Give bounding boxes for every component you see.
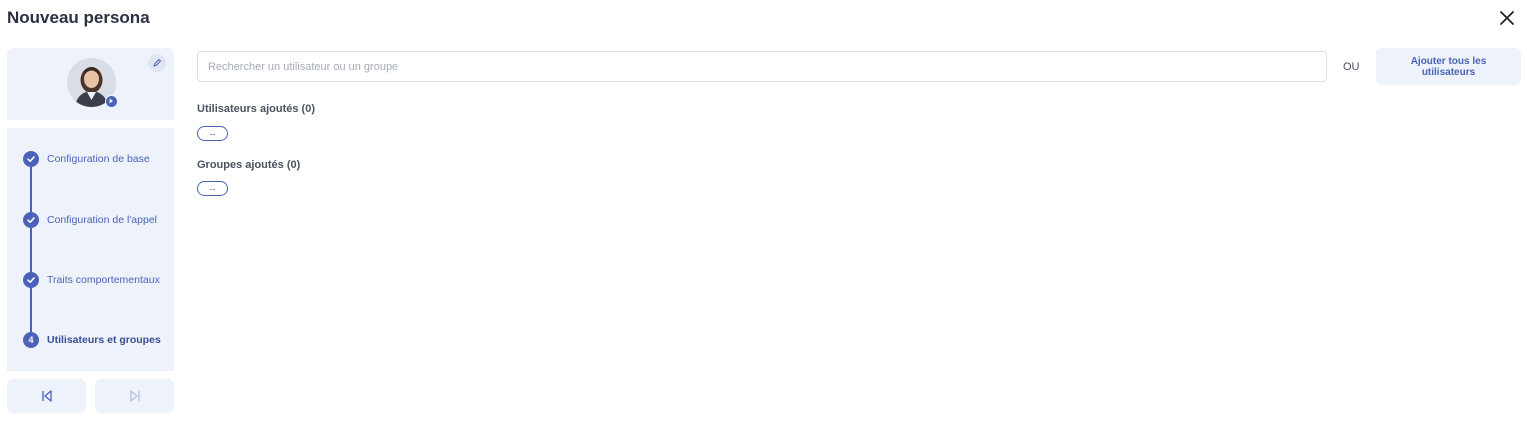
skip-back-icon [41,390,52,402]
persona-avatar-card [7,48,174,120]
search-input[interactable] [197,51,1327,82]
step-traits-comportementaux[interactable]: Traits comportementaux [23,272,160,288]
pencil-icon [153,58,162,67]
add-all-users-button[interactable]: Ajouter tous les utilisateurs [1376,48,1521,85]
step-label: Configuration de base [47,153,150,165]
check-icon [27,217,35,223]
check-icon [27,156,35,162]
added-groups-title: Groupes ajoutés (0) [197,159,301,171]
steps-progress-line [30,159,32,339]
wizard-steps: Configuration de base Configuration de l… [7,128,174,371]
previous-step-button[interactable] [7,379,86,413]
page-title: Nouveau persona [7,8,150,27]
close-icon [1500,11,1514,25]
next-step-button[interactable] [95,379,174,413]
or-label: OU [1343,61,1360,73]
step-status-done [23,212,39,228]
check-icon [27,277,35,283]
step-status-done [23,151,39,167]
step-label: Configuration de l'appel [47,214,157,226]
added-users-title: Utilisateurs ajoutés (0) [197,103,315,115]
edit-avatar-button[interactable] [148,54,166,72]
step-label: Utilisateurs et groupes [47,334,161,346]
step-utilisateurs-et-groupes[interactable]: 4 Utilisateurs et groupes [23,332,161,348]
step-label: Traits comportementaux [47,274,160,286]
skip-forward-icon [129,390,140,402]
step-configuration-de-l-appel[interactable]: Configuration de l'appel [23,212,157,228]
step-number: 4 [23,332,39,348]
play-icon [109,98,113,104]
step-status-done [23,272,39,288]
close-button[interactable] [1497,8,1517,28]
added-groups-empty-chip: -- [197,181,228,196]
added-users-empty-chip: -- [197,126,228,141]
avatar-play-badge[interactable] [105,95,118,108]
step-configuration-de-base[interactable]: Configuration de base [23,151,150,167]
